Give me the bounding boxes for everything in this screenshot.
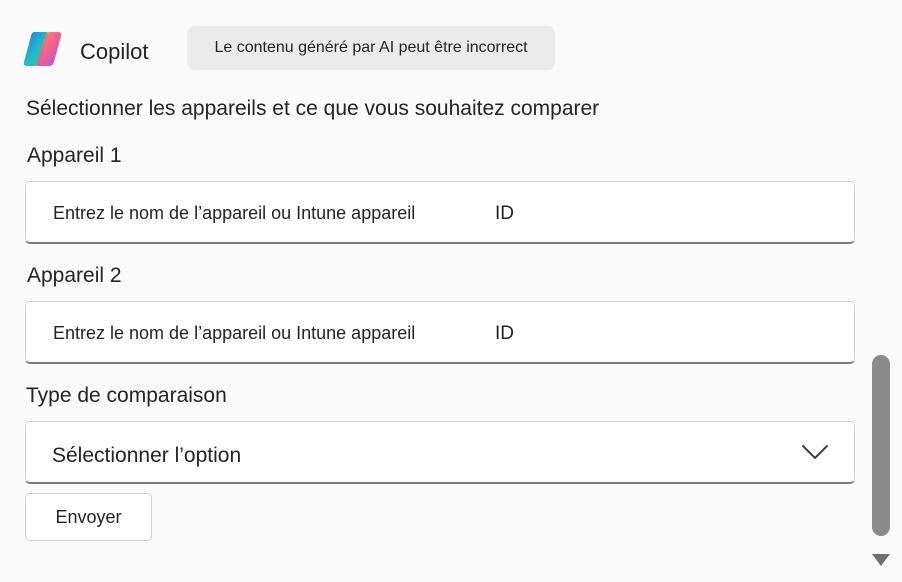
device2-placeholder-suffix: ID <box>495 323 514 344</box>
device1-placeholder: Entrez le nom de l’appareil ou Intune ap… <box>53 203 416 223</box>
device1-placeholder-suffix: ID <box>495 203 514 224</box>
send-button[interactable]: Envoyer <box>25 493 152 541</box>
device1-input[interactable]: Entrez le nom de l’appareil ou Intune ap… <box>25 181 855 244</box>
copilot-panel: Copilot Le contenu généré par AI peut êt… <box>0 0 868 582</box>
scroll-down-arrow-icon[interactable] <box>871 553 891 567</box>
device2-placeholder: Entrez le nom de l’appareil ou Intune ap… <box>53 323 416 343</box>
chevron-down-icon[interactable] <box>802 444 828 460</box>
copilot-logo-icon <box>23 32 62 66</box>
device2-label: Appareil 2 <box>27 264 122 287</box>
comparison-type-value: Sélectionner l’option <box>52 444 242 467</box>
device2-input[interactable]: Entrez le nom de l’appareil ou Intune ap… <box>25 301 855 364</box>
form-instructions: Sélectionner les appareils et ce que vou… <box>26 97 600 120</box>
ai-disclaimer-badge: Le contenu généré par AI peut être incor… <box>187 26 555 70</box>
comparison-type-label: Type de comparaison <box>26 384 227 407</box>
comparison-type-select[interactable]: Sélectionner l’option <box>25 421 855 484</box>
app-name: Copilot <box>80 39 149 64</box>
scrollbar-thumb[interactable] <box>872 355 890 536</box>
device1-label: Appareil 1 <box>27 144 122 167</box>
